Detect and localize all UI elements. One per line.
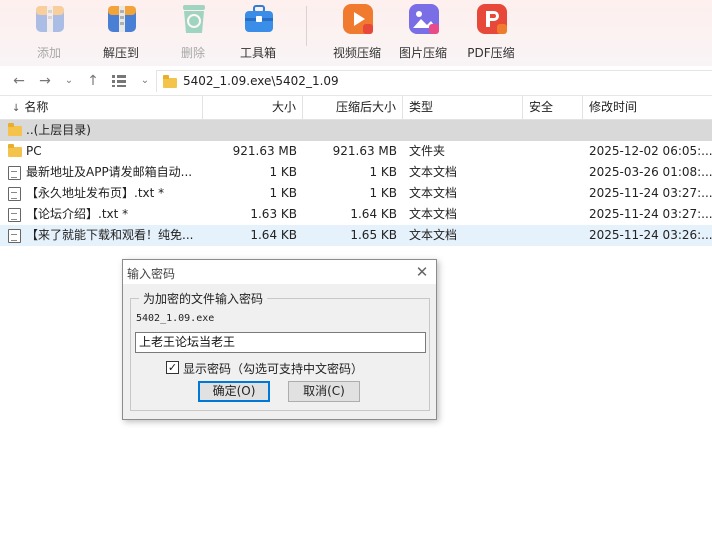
file-packed-size: 1 KB <box>369 186 397 200</box>
path-folder-icon <box>163 75 177 88</box>
file-size: 1.64 KB <box>250 228 297 242</box>
extract-to-button[interactable]: 解压到 <box>89 0 153 66</box>
column-header: ↓ 名称 大小 压缩后大小 类型 安全 修改时间 <box>0 96 712 120</box>
history-chevron-down-icon[interactable]: ⌄ <box>60 72 78 90</box>
sort-down-arrow-icon: ↓ <box>12 103 21 114</box>
list-item-selected[interactable]: 【来了就能下载和观看！纯免... 1.64 KB 1.65 KB 文本文档 20… <box>0 225 712 246</box>
file-packed-size: 921.63 MB <box>332 144 397 158</box>
show-password-label[interactable]: 显示密码（勾选可支持中文密码） <box>183 360 363 377</box>
path-field[interactable]: 5402_1.09.exe\5402_1.09 <box>156 70 712 92</box>
file-size: 1 KB <box>269 165 297 179</box>
add-button[interactable]: 添加 <box>17 0 81 66</box>
add-archive-icon <box>36 6 64 32</box>
ok-button[interactable]: 确定(O) <box>198 381 270 402</box>
file-modified: 2025-11-24 03:27:... <box>589 207 712 221</box>
file-name: 【永久地址发布页】.txt * <box>26 186 165 200</box>
column-name[interactable]: ↓ 名称 <box>0 96 203 120</box>
file-packed-size <box>303 120 403 141</box>
file-size: 1 KB <box>269 186 297 200</box>
file-type: 文本文档 <box>409 228 458 242</box>
file-packed-size: 1.64 KB <box>350 207 397 221</box>
back-arrow-icon[interactable]: ← <box>10 72 28 90</box>
list-item[interactable]: 最新地址及APP请发邮箱自动... 1 KB 1 KB 文本文档 2025-03… <box>0 162 712 183</box>
password-dialog: 输入密码 ✕ 为加密的文件输入密码 5402_1.09.exe 上老王论坛当老王… <box>122 259 437 420</box>
cancel-button[interactable]: 取消(C) <box>288 381 360 402</box>
column-modified[interactable]: 修改时间 <box>583 96 712 120</box>
image-compress-icon <box>409 4 439 34</box>
file-name: 【来了就能下载和观看！纯免... <box>26 228 194 242</box>
add-label: 添加 <box>36 46 61 60</box>
toolbox-icon <box>245 5 273 32</box>
address-bar: ← → ⌄ ↑ ⌄ 5402_1.09.exe\5402_1.09 <box>0 66 712 96</box>
toolbox-button[interactable]: 工具箱 <box>226 0 290 66</box>
video-compress-icon <box>343 4 373 34</box>
password-group: 为加密的文件输入密码 5402_1.09.exe 上老王论坛当老王 ✓ 显示密码… <box>130 290 430 411</box>
group-label: 为加密的文件输入密码 <box>139 290 268 307</box>
file-type: 文本文档 <box>409 165 458 179</box>
forward-arrow-icon[interactable]: → <box>36 72 54 90</box>
file-packed-size: 1 KB <box>369 165 397 179</box>
dialog-title: 输入密码 <box>127 267 176 281</box>
recycle-bin-icon <box>183 5 205 33</box>
video-compress-button[interactable]: 视频压缩 <box>325 0 389 66</box>
list-item[interactable]: PC 921.63 MB 921.63 MB 文件夹 2025-12-02 06… <box>0 141 712 162</box>
file-modified: 2025-11-24 03:26:... <box>589 228 712 242</box>
file-size <box>203 120 303 141</box>
view-chevron-down-icon[interactable]: ⌄ <box>136 72 154 90</box>
file-modified: 2025-03-26 01:08:... <box>589 165 712 179</box>
list-item-parent[interactable]: ..(上层目录) <box>0 120 712 141</box>
extract-archive-icon <box>108 6 136 32</box>
video-compress-label: 视频压缩 <box>332 46 381 60</box>
close-icon[interactable]: ✕ <box>413 263 431 281</box>
file-size: 921.63 MB <box>232 144 297 158</box>
password-input[interactable]: 上老王论坛当老王 <box>135 332 426 353</box>
toolbox-label: 工具箱 <box>239 46 276 60</box>
view-mode-icon[interactable] <box>110 72 128 90</box>
image-compress-button[interactable]: 图片压缩 <box>391 0 455 66</box>
file-size: 1.63 KB <box>250 207 297 221</box>
pdf-compress-icon <box>477 4 507 34</box>
file-name: PC <box>26 144 42 158</box>
pdf-compress-label: PDF压缩 <box>467 46 515 60</box>
image-compress-label: 图片压缩 <box>398 46 447 60</box>
file-type: 文件夹 <box>409 144 446 158</box>
file-type <box>403 120 523 141</box>
file-name: 【论坛介绍】.txt * <box>26 207 129 221</box>
file-modified <box>583 120 712 141</box>
toolbar-separator <box>306 6 307 46</box>
file-type: 文本文档 <box>409 186 458 200</box>
list-item[interactable]: 【永久地址发布页】.txt * 1 KB 1 KB 文本文档 2025-11-2… <box>0 183 712 204</box>
show-password-checkbox[interactable]: ✓ <box>166 361 179 374</box>
dialog-titlebar[interactable]: 输入密码 ✕ <box>123 260 436 284</box>
column-packed-size[interactable]: 压缩后大小 <box>303 96 403 120</box>
column-security[interactable]: 安全 <box>523 96 583 120</box>
delete-label: 删除 <box>180 46 205 60</box>
toolbar: 添加 解压到 删除 工具箱 视频压缩 图片压缩 PDF压缩 <box>0 0 712 66</box>
column-size[interactable]: 大小 <box>203 96 303 120</box>
encrypted-filename: 5402_1.09.exe <box>136 313 215 324</box>
up-arrow-icon[interactable]: ↑ <box>84 72 102 90</box>
file-modified: 2025-11-24 03:27:... <box>589 186 712 200</box>
file-name: 最新地址及APP请发邮箱自动... <box>26 165 193 179</box>
file-name: ..(上层目录) <box>26 123 91 137</box>
file-type: 文本文档 <box>409 207 458 221</box>
path-text: 5402_1.09.exe\5402_1.09 <box>183 74 339 88</box>
delete-button[interactable]: 删除 <box>161 0 225 66</box>
file-modified: 2025-12-02 06:05:... <box>589 144 712 158</box>
archive-manager-window: 添加 解压到 删除 工具箱 视频压缩 图片压缩 PDF压缩 ← → ⌄ ↑ ⌄ … <box>0 0 712 537</box>
extract-to-label: 解压到 <box>102 46 139 60</box>
column-type[interactable]: 类型 <box>403 96 523 120</box>
file-packed-size: 1.65 KB <box>350 228 397 242</box>
pdf-compress-button[interactable]: PDF压缩 <box>459 0 523 66</box>
list-item[interactable]: 【论坛介绍】.txt * 1.63 KB 1.64 KB 文本文档 2025-1… <box>0 204 712 225</box>
